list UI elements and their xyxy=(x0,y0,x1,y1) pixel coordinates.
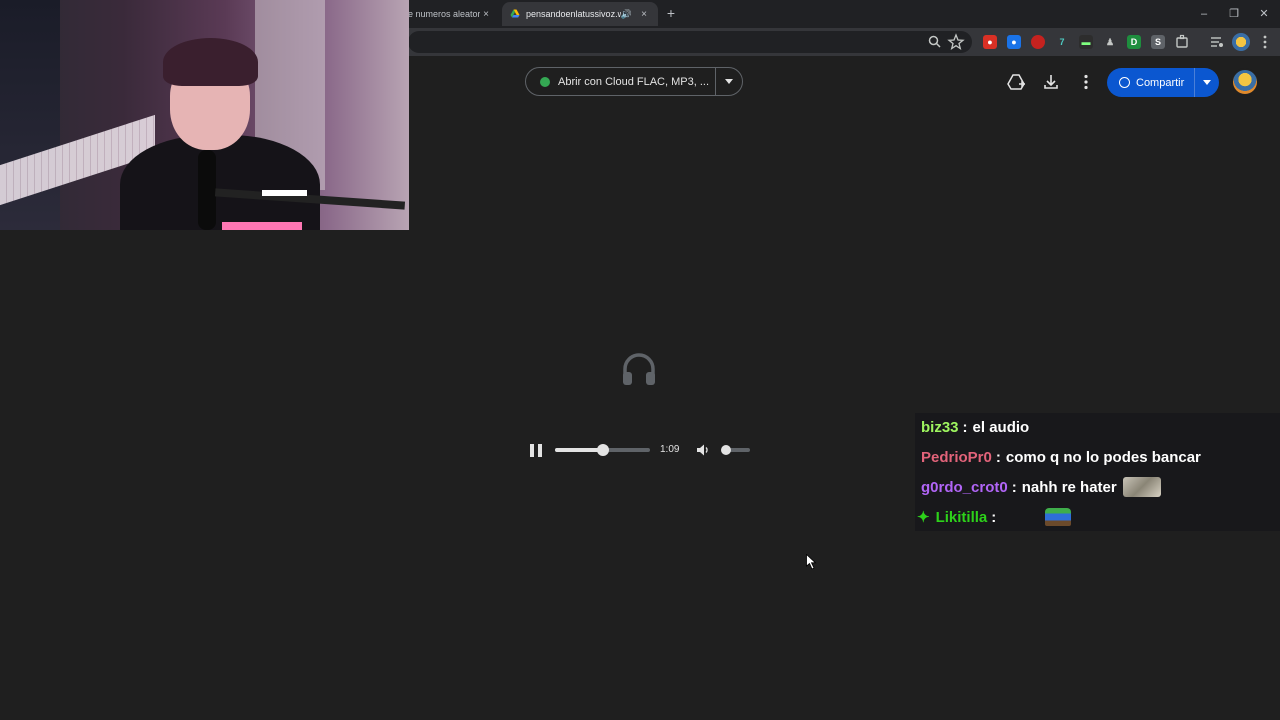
app-icon xyxy=(540,76,550,87)
extension-icon[interactable]: 7 xyxy=(1055,35,1069,49)
minimize-button[interactable]: – xyxy=(1188,0,1220,28)
chat-emote xyxy=(1045,508,1072,526)
current-time: 1:09 xyxy=(660,444,680,455)
tab-numeros-aleatorios[interactable]: e numeros aleatori × xyxy=(400,2,500,26)
share-label: Compartir xyxy=(1136,76,1185,89)
volume-slider[interactable] xyxy=(721,445,750,455)
bookmark-star-icon[interactable] xyxy=(947,33,965,51)
audio-player: 1:09 xyxy=(520,436,760,464)
profile-icon[interactable] xyxy=(1232,33,1250,51)
extension-icon[interactable]: ♟ xyxy=(1103,35,1117,49)
caret-down-icon xyxy=(725,79,733,84)
download-icon[interactable] xyxy=(1041,72,1061,92)
close-icon[interactable]: × xyxy=(638,9,650,20)
extension-icon[interactable]: S xyxy=(1151,35,1165,49)
tab-audio-file[interactable]: pensandoenlatussivoz.wav 🔊 × xyxy=(502,2,658,26)
google-drive-icon xyxy=(510,9,520,18)
screen: e numeros aleatori × pensandoenlatussivo… xyxy=(0,0,1280,720)
seek-progress xyxy=(555,448,603,452)
chat-message: ✦ Likitilla : xyxy=(917,503,1072,531)
extension-icon[interactable]: D xyxy=(1127,35,1141,49)
pause-bar xyxy=(538,444,542,457)
caret-down-icon xyxy=(1203,80,1211,85)
open-with-label: Abrir con Cloud FLAC, MP3, ... xyxy=(558,75,709,88)
globe-icon xyxy=(1119,77,1130,88)
puzzle-extensions-icon[interactable] xyxy=(1173,33,1191,51)
webcam-light xyxy=(262,190,307,196)
webcam-microphone xyxy=(198,150,216,230)
share-dropdown[interactable] xyxy=(1195,68,1219,97)
avatar[interactable] xyxy=(1231,68,1259,96)
volume-handle[interactable] xyxy=(721,445,732,455)
seek-handle[interactable] xyxy=(596,444,609,456)
volume-icon[interactable] xyxy=(696,443,710,457)
extension-icon[interactable]: ▬ xyxy=(1079,35,1093,49)
speaker-icon[interactable]: 🔊 xyxy=(621,9,632,20)
share-button[interactable]: Compartir xyxy=(1107,68,1194,97)
close-window-button[interactable]: ✕ xyxy=(1248,0,1280,28)
open-with-dropdown[interactable] xyxy=(716,68,742,95)
tab-title: e numeros aleatori xyxy=(408,9,480,19)
open-with-button-group: Abrir con Cloud FLAC, MP3, ... xyxy=(525,67,743,96)
chat-text: nahh re hater xyxy=(1021,478,1117,496)
chat-separator: : xyxy=(995,448,1001,466)
headphones-icon xyxy=(623,353,655,385)
chat-separator: : xyxy=(1011,478,1017,496)
chat-separator: : xyxy=(991,508,997,526)
chat-message: biz33 : el audio xyxy=(921,413,1029,441)
chat-username: biz33 xyxy=(921,418,959,436)
extension-icon[interactable] xyxy=(1031,35,1045,49)
close-icon[interactable]: × xyxy=(480,9,492,20)
address-bar[interactable] xyxy=(408,31,972,53)
tab-title: pensandoenlatussivoz.wav xyxy=(526,9,621,19)
chat-text: el audio xyxy=(972,418,1030,436)
extension-icon[interactable]: ● xyxy=(983,35,997,49)
new-tab-button[interactable]: + xyxy=(662,4,680,22)
chat-message: g0rdo_crot0 : nahh re hater xyxy=(921,473,1161,501)
chat-emote xyxy=(1122,477,1161,497)
webcam-pink-light xyxy=(222,222,302,230)
extension-icon[interactable]: ● xyxy=(1007,35,1021,49)
seek-slider[interactable] xyxy=(555,444,650,456)
chat-username: PedrioPr0 xyxy=(921,448,992,466)
webcam-person-cap xyxy=(163,38,258,86)
chat-username: g0rdo_crot0 xyxy=(921,478,1008,496)
zoom-icon[interactable] xyxy=(926,33,944,51)
chat-overlay: biz33 : el audio PedrioPr0 : como q no l… xyxy=(915,413,1280,531)
chat-separator: : xyxy=(962,418,968,436)
webcam-overlay xyxy=(0,0,409,230)
add-to-drive-icon[interactable] xyxy=(1006,72,1026,92)
open-with-button[interactable]: Abrir con Cloud FLAC, MP3, ... xyxy=(526,68,715,95)
pause-bar xyxy=(530,444,534,457)
restore-button[interactable]: ❐ xyxy=(1218,0,1250,28)
chat-username: Likitilla xyxy=(935,508,988,526)
star-badge-icon: ✦ xyxy=(917,509,930,526)
more-vert-icon[interactable] xyxy=(1256,33,1274,51)
chat-text: como q no lo podes bancar xyxy=(1005,448,1201,466)
chat-message: PedrioPr0 : como q no lo podes bancar xyxy=(921,443,1201,471)
pause-button[interactable] xyxy=(530,444,542,457)
share-button-group: Compartir xyxy=(1107,68,1219,97)
more-vert-icon[interactable] xyxy=(1076,72,1096,92)
mouse-cursor-icon xyxy=(806,554,817,570)
media-control-icon[interactable] xyxy=(1208,33,1226,51)
